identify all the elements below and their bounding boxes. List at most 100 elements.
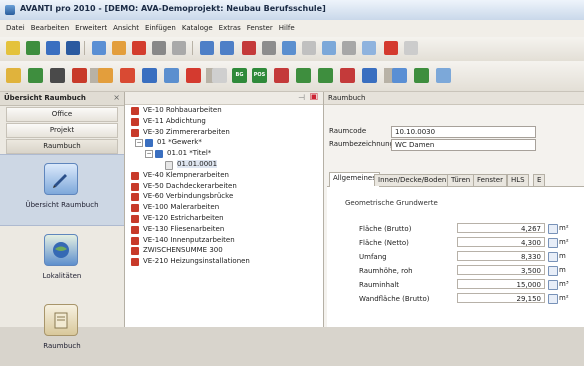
calculator-icon[interactable] — [548, 294, 558, 304]
format-icon[interactable] — [282, 41, 296, 55]
bottle-icon[interactable] — [72, 68, 87, 83]
minus-icon[interactable] — [172, 41, 186, 55]
copy-icon[interactable] — [112, 41, 126, 55]
nav-button-projekt[interactable]: Projekt — [6, 123, 118, 138]
tree-item[interactable]: VE-40 Klempnerarbeiten — [125, 171, 323, 182]
nav-uebersicht-raumbuch[interactable]: Übersicht Raumbuch — [0, 154, 124, 226]
tab-tueren[interactable]: Türen — [447, 174, 475, 186]
more-icon[interactable] — [436, 68, 451, 83]
link-icon[interactable] — [164, 68, 179, 83]
menu-datei[interactable]: Datei — [6, 24, 25, 32]
insert-position-icon[interactable] — [296, 68, 311, 83]
value-field[interactable]: 29,150 — [457, 293, 545, 303]
find-icon[interactable] — [322, 41, 336, 55]
value-row: Umfang 8,330 m — [359, 251, 584, 263]
nav-raumbuch[interactable]: Raumbuch — [0, 296, 124, 366]
tree-item[interactable]: VE-30 Zimmererarbeiten — [125, 128, 323, 139]
menu-kataloge[interactable]: Kataloge — [182, 24, 213, 32]
folder-red-icon — [131, 117, 139, 126]
raumbezeichnung-field[interactable]: WC Damen — [391, 139, 536, 151]
cut-icon[interactable] — [92, 41, 106, 55]
cut-position-icon[interactable] — [274, 68, 289, 83]
paste-icon[interactable] — [132, 41, 146, 55]
collapse-icon[interactable]: − — [145, 150, 153, 159]
close-icon[interactable]: × — [113, 93, 120, 102]
calculator-icon[interactable] — [548, 266, 558, 276]
menu-erweitert[interactable]: Erweitert — [75, 24, 107, 32]
table-icon[interactable] — [28, 68, 43, 83]
pin-icon[interactable]: ⊣ — [298, 93, 305, 102]
tree-item[interactable]: VE-100 Malerarbeiten — [125, 203, 323, 214]
expand-icon[interactable] — [362, 68, 377, 83]
menu-fenster[interactable]: Fenster — [247, 24, 273, 32]
tree-item[interactable]: VE-120 Estricharbeiten — [125, 214, 323, 225]
edit-icon[interactable] — [262, 41, 276, 55]
stop-icon[interactable] — [384, 41, 398, 55]
value-field[interactable]: 4,300 — [457, 237, 545, 247]
new-icon[interactable] — [6, 41, 20, 55]
tree-item[interactable]: VE-140 Innenputzarbeiten — [125, 236, 323, 247]
pin-icon[interactable] — [186, 68, 201, 83]
tool-icon[interactable] — [6, 68, 21, 83]
tree-item[interactable]: − 01.01 *Titel* — [125, 149, 323, 160]
calculator-icon[interactable] — [548, 252, 558, 262]
menu-bearbeiten[interactable]: Bearbeiten — [31, 24, 69, 32]
tree-item[interactable]: ZWISCHENSUMME 300 — [125, 246, 323, 257]
raumcode-field[interactable]: 10.10.0030 — [391, 126, 536, 138]
undo-icon[interactable] — [200, 41, 214, 55]
value-field[interactable]: 3,500 — [457, 265, 545, 275]
tab-e[interactable]: E — [533, 174, 546, 186]
close-icon[interactable] — [302, 41, 316, 55]
tree-item[interactable]: − 01 *Gewerk* — [125, 138, 323, 149]
close-icon[interactable]: ▣ — [309, 92, 318, 102]
menu-einfuegen[interactable]: Einfügen — [145, 24, 176, 32]
save-icon[interactable] — [46, 41, 60, 55]
nav-lokalitaeten[interactable]: Lokalitäten — [0, 226, 124, 296]
grid-icon[interactable] — [142, 68, 157, 83]
gear-icon[interactable] — [120, 68, 135, 83]
value-field[interactable]: 15,000 — [457, 279, 545, 289]
open-icon[interactable] — [26, 41, 40, 55]
value-field[interactable]: 8,330 — [457, 251, 545, 261]
arrow-icon[interactable] — [392, 68, 407, 83]
tab-allgemeines[interactable]: Allgemeines — [329, 172, 380, 187]
book-icon — [44, 304, 78, 336]
check-icon[interactable] — [242, 41, 256, 55]
calculator-icon[interactable] — [548, 224, 558, 234]
nav-button-raumbuch[interactable]: Raumbuch — [6, 139, 118, 154]
value-field[interactable]: 4,267 — [457, 223, 545, 233]
tab-innen-decke-boden[interactable]: Innen/Decke/Boden — [374, 174, 451, 186]
tree-item[interactable]: VE-50 Dachdeckerarbeiten — [125, 182, 323, 193]
redo-icon[interactable] — [220, 41, 234, 55]
nav-button-office[interactable]: Office — [6, 107, 118, 122]
lv-icon[interactable] — [212, 68, 227, 83]
folder-icon[interactable] — [362, 41, 376, 55]
menu-extras[interactable]: Extras — [219, 24, 241, 32]
pos-icon[interactable]: POS — [252, 68, 267, 83]
collapse-icon[interactable]: − — [135, 139, 143, 148]
calculator-icon[interactable] — [548, 238, 558, 248]
menu-hilfe[interactable]: Hilfe — [279, 24, 295, 32]
tree-item[interactable]: VE-60 Verbindungsbrücke — [125, 192, 323, 203]
delete-icon[interactable] — [152, 41, 166, 55]
bg-icon[interactable]: BG — [232, 68, 247, 83]
tree-item[interactable]: VE-210 Heizungsinstallationen — [125, 257, 323, 268]
book-icon[interactable] — [342, 41, 356, 55]
calculator-icon[interactable] — [548, 280, 558, 290]
remove-position-icon[interactable] — [340, 68, 355, 83]
calculator-icon[interactable] — [50, 68, 65, 83]
box-icon[interactable] — [98, 68, 113, 83]
move-position-icon[interactable] — [318, 68, 333, 83]
value-row: Fläche (Brutto) 4,267 m² — [359, 223, 584, 235]
tree-item[interactable]: VE-11 Abdichtung — [125, 117, 323, 128]
tree-item[interactable]: VE-130 Fliesenarbeiten — [125, 225, 323, 236]
tab-fenster[interactable]: Fenster — [473, 174, 507, 186]
print-icon[interactable] — [66, 41, 80, 55]
value-row: Wandfläche (Brutto) 29,150 m² — [359, 293, 584, 305]
tree-item[interactable]: VE-10 Rohbauarbeiten — [125, 106, 323, 117]
tab-hls[interactable]: HLS — [507, 174, 529, 186]
green-dot-icon[interactable] — [414, 68, 429, 83]
exit-icon[interactable] — [404, 41, 418, 55]
tree-item-selected[interactable]: 01.01.0001 — [125, 159, 323, 171]
menu-ansicht[interactable]: Ansicht — [113, 24, 139, 32]
